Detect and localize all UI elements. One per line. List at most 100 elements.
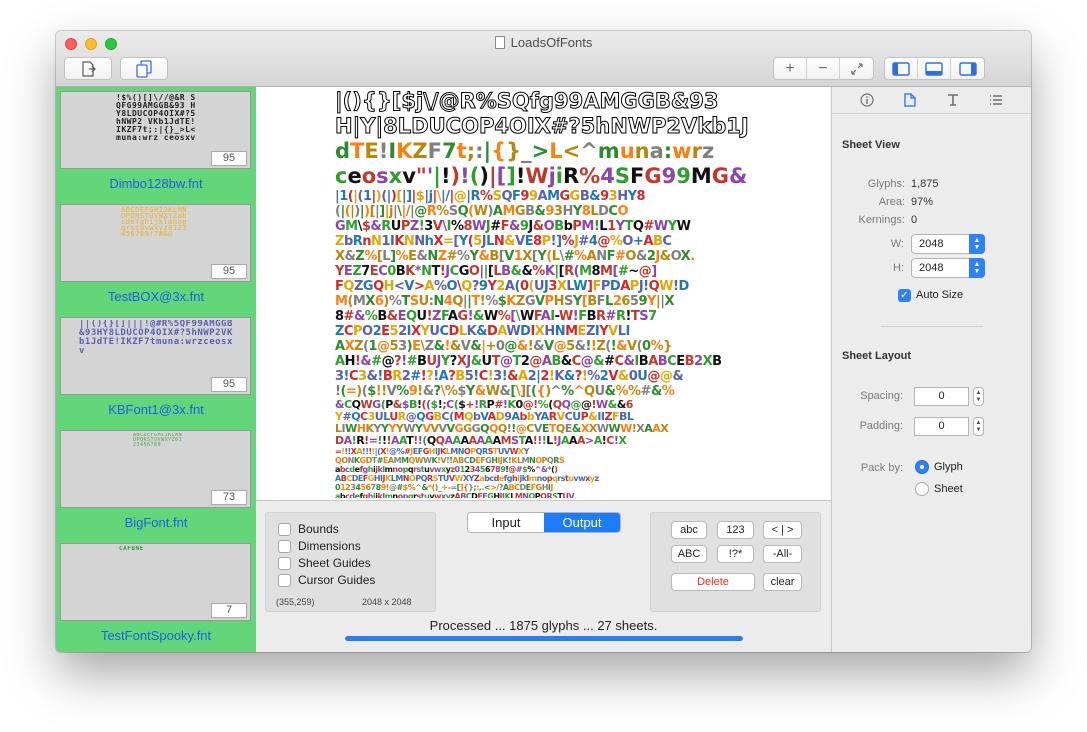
sheet-preview-area[interactable]: |(){}[$j\/@R%SQfg99AMGGB&93 H|Y|8LDUCOP4O… xyxy=(256,87,831,501)
glyph-row: ceosxv"'|!)!()|[]!WjiR%4SFG99MG&BY93 xyxy=(335,164,749,189)
bounds-checkbox[interactable]: Bounds xyxy=(278,521,339,537)
glyph-sheet-canvas[interactable]: |(){}[$j\/@R%SQfg99AMGGB&93 H|Y|8LDUCOP4O… xyxy=(335,89,749,498)
glyph-row: LIWHKYYYYWYVVVVGGGQQQ!!@CVETQE&XXWWW!XAA… xyxy=(335,423,749,435)
glyph: Z xyxy=(585,324,595,339)
glyph: A xyxy=(583,89,600,114)
checkbox-box[interactable] xyxy=(278,556,291,570)
toggle-left-panel-button[interactable] xyxy=(885,58,918,79)
glyph: S xyxy=(558,456,565,465)
padding-stepper[interactable]: ▲ ▼ xyxy=(973,417,984,436)
glyph: < xyxy=(562,139,581,163)
glyph: P xyxy=(541,234,552,249)
glyph: F xyxy=(440,309,448,324)
glyph: Y xyxy=(667,219,677,234)
spacing-stepper[interactable]: ▲ ▼ xyxy=(973,387,984,406)
zoom-in-button[interactable]: + xyxy=(774,58,807,79)
glyph: 8 xyxy=(636,189,646,204)
duplicate-button[interactable] xyxy=(120,57,168,80)
uppercase-button[interactable]: ABC xyxy=(671,545,707,563)
toggle-right-panel-button[interactable] xyxy=(951,58,984,79)
glyph: A xyxy=(537,189,548,204)
punctuation-button[interactable]: < | > xyxy=(763,521,802,539)
glyph: R xyxy=(352,234,363,249)
toggle-bottom-panel-button[interactable] xyxy=(918,58,951,79)
glyph: # xyxy=(617,264,629,279)
glyph: . xyxy=(690,249,695,264)
glyph: W xyxy=(485,384,500,399)
height-popup[interactable]: 2048 ▲ ▼ xyxy=(911,258,985,278)
glyph: H xyxy=(335,114,353,139)
tab-list[interactable] xyxy=(987,92,1005,108)
glyph: 0 xyxy=(642,339,651,354)
font-list-item[interactable]: ABCDEFGHIJKLMNOPQRSTUVWXYZ0123456789 73 … xyxy=(56,426,256,539)
tab-document[interactable] xyxy=(901,92,919,108)
glyph: 3 xyxy=(358,369,367,384)
auto-size-checkbox[interactable]: ✓ xyxy=(898,289,911,302)
glyph: A xyxy=(335,354,345,369)
glyph: @ xyxy=(515,423,527,435)
tab-input[interactable]: Input xyxy=(468,513,544,532)
dimensions-checkbox[interactable]: Dimensions xyxy=(278,538,361,554)
glyph: % xyxy=(457,249,470,264)
clear-button[interactable]: clear xyxy=(763,573,802,591)
document-add-icon xyxy=(82,60,96,77)
glyph: V xyxy=(430,423,440,435)
glyph-row: M(MX6)%TSU:N4Q||T!%$KZGVPHSY[BFL2659Y||X xyxy=(335,294,749,309)
cursor-guides-checkbox[interactable]: Cursor Guides xyxy=(278,572,375,588)
glyph: ] xyxy=(506,164,516,188)
checkbox-box[interactable] xyxy=(278,522,291,536)
tab-output[interactable]: Output xyxy=(544,513,620,532)
checkbox-box[interactable] xyxy=(278,573,291,587)
glyph: V xyxy=(480,411,488,423)
glyph: T xyxy=(401,294,410,309)
sheet-guides-checkbox[interactable]: Sheet Guides xyxy=(278,555,371,571)
glyph: 7 xyxy=(361,264,370,279)
lowercase-button[interactable]: abc xyxy=(671,521,707,539)
left-panel-icon xyxy=(892,61,910,76)
fit-to-window-button[interactable] xyxy=(840,58,873,79)
font-list-item[interactable]: !$%()[]\//@&R SQFG99AMGGB&93 HY8LDUCOP4O… xyxy=(56,87,256,200)
glyph: & xyxy=(516,339,528,354)
glyph: X xyxy=(522,249,532,264)
glyph: | xyxy=(375,114,384,139)
glyph: # xyxy=(410,369,421,384)
glyph: b xyxy=(519,411,527,423)
font-list-item[interactable]: ||(){}[]|||!@#R%5QF99AMGGB&93HY8LDUCOP4O… xyxy=(56,313,256,426)
tab-info[interactable] xyxy=(858,92,876,108)
pack-by-sheet-radio[interactable] xyxy=(915,482,929,496)
width-popup[interactable]: 2048 ▲ ▼ xyxy=(911,234,985,254)
font-list-item[interactable]: CAFBNE 7 TestFontSpooky.fnt xyxy=(56,539,256,652)
glyph: W xyxy=(659,279,673,294)
glyph: % xyxy=(537,399,549,411)
font-list-item[interactable]: ABCDEFGHIJKLMNOPQRSTUVWXYZabcdefghijklmn… xyxy=(56,200,256,313)
glyph: ? xyxy=(433,384,442,399)
checkbox-box[interactable] xyxy=(278,539,291,553)
list-icon xyxy=(990,95,1002,105)
glyph: & xyxy=(659,249,671,264)
padding-field[interactable]: 0 xyxy=(914,417,969,436)
tab-text-format[interactable] xyxy=(944,92,962,108)
zoom-out-button[interactable]: − xyxy=(807,58,840,79)
spacing-field[interactable]: 0 xyxy=(914,387,969,406)
new-document-button[interactable] xyxy=(64,57,112,80)
numbers-button[interactable]: 123 xyxy=(717,521,754,539)
glyph: ? xyxy=(449,354,458,369)
delete-button[interactable]: Delete xyxy=(671,573,755,591)
glyph: } xyxy=(376,89,392,114)
glyph: | xyxy=(488,164,497,188)
all-glyphs-button[interactable]: -All- xyxy=(763,545,802,563)
glyph: @ xyxy=(647,369,660,384)
pack-by-glyph-radio[interactable] xyxy=(915,460,929,474)
glyph: L xyxy=(458,324,467,339)
symbols-button[interactable]: !?* xyxy=(717,545,754,563)
glyph: & xyxy=(476,324,488,339)
glyph: + xyxy=(632,234,644,249)
glyph-row: 3!C3&!BR2#!?!A?B5!C!3!&A2|2!K&?!%2V&0U@@… xyxy=(335,369,749,384)
glyph: j xyxy=(548,164,556,188)
glyph: Z xyxy=(412,139,428,163)
glyph: A xyxy=(444,435,454,447)
glyph: 9 xyxy=(553,89,569,114)
glyph: K xyxy=(394,234,404,249)
glyph: ) xyxy=(554,465,558,474)
glyph: Y xyxy=(469,249,479,264)
